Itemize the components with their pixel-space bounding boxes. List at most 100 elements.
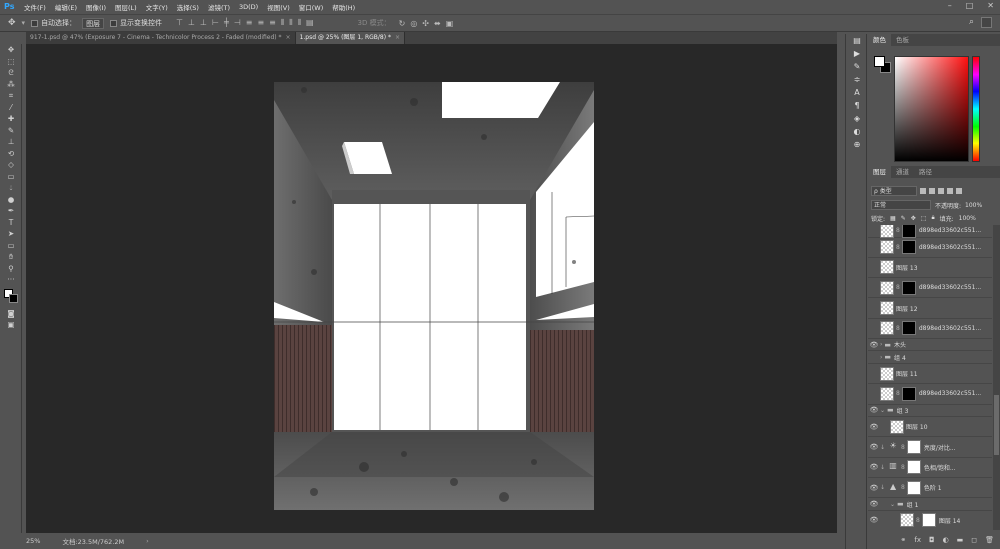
layer-mask-thumbnail[interactable] [901, 225, 916, 238]
type-tool-icon[interactable]: T [0, 217, 22, 229]
link-layers-icon[interactable]: ⚭ [901, 536, 907, 544]
visibility-icon[interactable]: 👁︎ [868, 406, 880, 414]
visibility-icon[interactable]: 👁︎ [868, 390, 880, 398]
screen-mode-icon[interactable]: ▣ [0, 319, 22, 331]
visibility-icon[interactable]: 👁︎ [868, 370, 880, 378]
clone-stamp-tool-icon[interactable]: ⊥ [0, 136, 22, 148]
align-hcenter-icon[interactable]: ╪ [224, 18, 229, 28]
lock-artboard-icon[interactable]: ⬚ [921, 215, 927, 222]
tab-color[interactable]: 颜色 [868, 34, 891, 46]
close-icon[interactable]: ✕ [987, 1, 994, 10]
filter-shape-icon[interactable] [947, 188, 953, 194]
add-mask-icon[interactable]: ◘ [929, 536, 935, 544]
fx-icon[interactable]: fx [914, 536, 921, 544]
tool-preset-arrow[interactable]: ▾ [22, 19, 26, 27]
foreground-color-swatch[interactable] [874, 56, 885, 67]
path-select-tool-icon[interactable]: ➤ [0, 228, 22, 240]
layer-row[interactable]: 👁︎ 8 d898ed33602c551... [868, 278, 992, 299]
layer-row[interactable]: 👁︎ 图层 11 [868, 364, 992, 385]
workspace-icon[interactable] [981, 17, 992, 28]
tab-paths[interactable]: 路径 [914, 166, 937, 178]
collapse-chevron-icon[interactable]: ⌄ [880, 407, 885, 414]
new-group-icon[interactable]: ▬ [957, 536, 964, 544]
filter-pixel-icon[interactable] [920, 188, 926, 194]
visibility-icon[interactable]: 👁︎ [868, 484, 880, 492]
layer-mask-thumbnail[interactable] [906, 480, 921, 495]
layer-mask-thumbnail[interactable] [901, 386, 916, 401]
align-vcenter-icon[interactable]: ⊥ [188, 18, 195, 28]
visibility-icon[interactable]: 👁︎ [868, 500, 880, 508]
layer-mask-thumbnail[interactable] [901, 240, 916, 255]
layer-group-row[interactable]: 👁︎ › ▬ 木头 [868, 339, 992, 352]
menu-type[interactable]: 文字(Y) [146, 2, 168, 12]
align-left-icon[interactable]: ⊢ [212, 18, 219, 28]
menu-edit[interactable]: 编辑(E) [55, 2, 77, 12]
menu-file[interactable]: 文件(F) [24, 2, 46, 12]
filter-type-icon[interactable] [938, 188, 944, 194]
tab-channels[interactable]: 通道 [891, 166, 914, 178]
menu-layer[interactable]: 图层(L) [115, 2, 137, 12]
auto-align-icon[interactable]: ▤ [306, 18, 314, 28]
layers-scrollbar[interactable] [993, 225, 1000, 530]
3d-roll-icon[interactable]: ◎ [410, 19, 417, 28]
close-tab-icon[interactable]: × [395, 34, 400, 41]
visibility-icon[interactable]: 👁︎ [868, 341, 880, 349]
menu-view[interactable]: 视图(V) [267, 2, 290, 12]
healing-brush-tool-icon[interactable]: ✚ [0, 113, 22, 125]
distribute-vcenter-icon[interactable]: ≡ [257, 18, 264, 28]
layer-row[interactable]: 👁︎ 图层 12 [868, 298, 992, 319]
visibility-icon[interactable]: 👁︎ [868, 443, 880, 451]
tab-layers[interactable]: 图层 [868, 166, 891, 178]
zoom-tool-icon[interactable]: ⚲ [0, 263, 22, 275]
zoom-level[interactable]: 25% [26, 537, 40, 545]
layer-mask-thumbnail[interactable] [901, 321, 916, 336]
layer-mask-thumbnail[interactable] [901, 280, 916, 295]
minimize-icon[interactable]: – [948, 1, 952, 10]
visibility-icon[interactable]: 👁︎ [868, 516, 880, 524]
new-layer-icon[interactable]: ◻ [971, 536, 977, 544]
visibility-icon[interactable]: 👁︎ [868, 353, 880, 361]
layer-row[interactable]: 👁︎ 8 图层 14 [868, 511, 992, 530]
layer-group-row[interactable]: 👁︎ ⌄ ▬ 组 1 [868, 498, 992, 511]
marquee-tool-icon[interactable]: ⬚ [0, 56, 22, 68]
visibility-icon[interactable]: 👁︎ [868, 227, 880, 235]
layer-mask-thumbnail[interactable] [906, 440, 921, 455]
menu-image[interactable]: 图像(I) [86, 2, 106, 12]
menu-3d[interactable]: 3D(D) [239, 3, 258, 11]
distribute-top-icon[interactable]: ≡ [246, 18, 253, 28]
visibility-icon[interactable]: 👁︎ [868, 284, 880, 292]
search-icon[interactable]: ⌕ [969, 17, 974, 27]
align-bottom-icon[interactable]: ⊥ [200, 18, 207, 28]
lock-pixels-icon[interactable]: ▦ [890, 215, 896, 222]
lock-paint-icon[interactable]: ✎ [901, 215, 906, 222]
hand-tool-icon[interactable]: ✋︎ [0, 251, 22, 263]
blend-mode-select[interactable]: 正常 [871, 200, 931, 210]
paragraph-panel-icon[interactable]: ¶ [846, 99, 868, 112]
tab-swatches[interactable]: 色板 [891, 34, 914, 46]
tab-917-1-psd[interactable]: 917-1.psd @ 47% (Exposure 7 - Cinema - T… [26, 32, 296, 44]
eyedropper-tool-icon[interactable]: ⁄ [0, 102, 22, 114]
canvas-area[interactable] [26, 44, 837, 533]
character-panel-icon[interactable]: A [846, 86, 868, 99]
brush-panel-icon[interactable]: ✎ [846, 60, 868, 73]
move-tool-icon[interactable]: ✥ [8, 18, 16, 28]
adjustment-layer-row[interactable]: 👁︎ ↓ ▥ 8 色相/饱和... [868, 458, 992, 478]
layer-row[interactable]: 👁︎ 8 d898ed33602c551... [868, 238, 992, 258]
layer-row[interactable]: 👁︎ 图层 13 [868, 258, 992, 279]
distribute-bottom-icon[interactable]: ≡ [269, 18, 276, 28]
filter-adjust-icon[interactable] [929, 188, 935, 194]
maximize-icon[interactable]: □ [966, 1, 974, 10]
lock-all-icon[interactable]: 🔒︎ [931, 214, 934, 222]
fg-bg-color-swatch[interactable] [0, 286, 22, 308]
auto-select-dropdown[interactable]: 图层 [82, 17, 105, 29]
fill-value[interactable]: 100% [959, 215, 976, 222]
layer-mask-thumbnail[interactable] [921, 513, 936, 528]
layer-row[interactable]: 👁︎ 图层 10 [868, 417, 992, 438]
auto-select-checkbox[interactable]: 自动选择： [31, 18, 76, 28]
document-canvas[interactable] [274, 82, 594, 510]
layer-row[interactable]: 👁︎ 8 d898ed33602c551... [868, 384, 992, 405]
quick-select-tool-icon[interactable]: ⁂ [0, 79, 22, 91]
layer-group-row[interactable]: 👁︎›▬组 4 [868, 351, 992, 364]
crop-tool-icon[interactable]: ⌗ [0, 90, 22, 102]
status-menu-arrow-icon[interactable]: › [146, 537, 149, 545]
